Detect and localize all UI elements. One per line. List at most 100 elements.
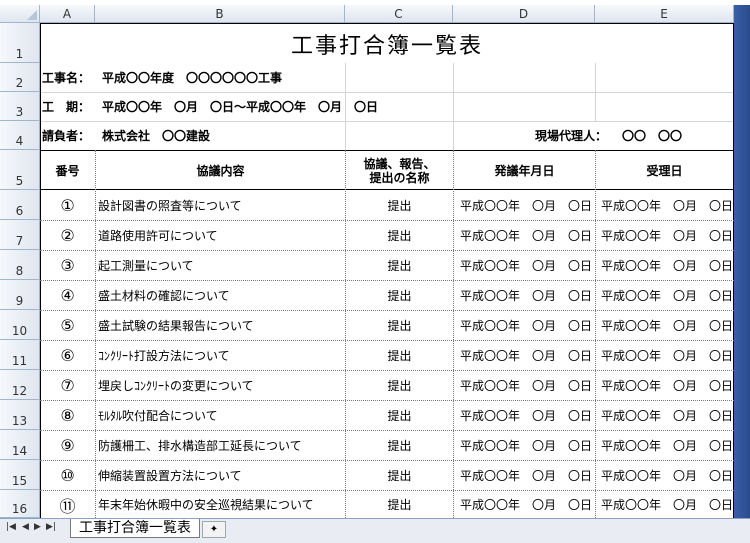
project-name-value[interactable]: 平成〇〇年度 〇〇〇〇〇〇工事	[102, 63, 362, 92]
entry-type[interactable]: 提出	[346, 311, 453, 340]
entry-received-date[interactable]: 平成〇〇年 〇月 〇日	[601, 191, 733, 220]
entry-content[interactable]: 年末年始休暇中の安全巡視結果について	[98, 491, 345, 518]
row-header-5[interactable]: 5	[0, 150, 40, 190]
entry-number[interactable]: ⑤	[40, 311, 95, 340]
entry-number[interactable]: ⑩	[40, 461, 95, 490]
entry-content[interactable]: 道路使用許可について	[98, 221, 345, 250]
entry-content[interactable]: 設計図書の照査等について	[98, 191, 345, 220]
entry-type[interactable]: 提出	[346, 341, 453, 370]
row-header-7[interactable]: 7	[0, 220, 40, 250]
entry-proposed-date[interactable]: 平成〇〇年 〇月 〇日	[460, 281, 595, 310]
row-header-14[interactable]: 14	[0, 430, 40, 460]
entry-number[interactable]: ②	[40, 221, 95, 250]
entry-received-date[interactable]: 平成〇〇年 〇月 〇日	[601, 221, 733, 250]
row-header-4[interactable]: 4	[0, 121, 40, 150]
entry-proposed-date[interactable]: 平成〇〇年 〇月 〇日	[460, 191, 595, 220]
entry-proposed-date[interactable]: 平成〇〇年 〇月 〇日	[460, 491, 595, 518]
entry-content[interactable]: 盛土試験の結果報告について	[98, 311, 345, 340]
sheet-tab-active[interactable]: 工事打合簿一覧表	[70, 519, 200, 538]
row-header-15[interactable]: 15	[0, 460, 40, 490]
contractor-label[interactable]: 請負者：	[42, 121, 102, 150]
entry-type[interactable]: 提出	[346, 431, 453, 460]
entry-content[interactable]: 起工測量について	[98, 251, 345, 280]
sheet-title[interactable]: 工事打合簿一覧表	[40, 24, 734, 63]
entry-received-date[interactable]: 平成〇〇年 〇月 〇日	[601, 251, 733, 280]
entry-type[interactable]: 提出	[346, 461, 453, 490]
entry-content[interactable]: 盛土材料の確認について	[98, 281, 345, 310]
entry-type[interactable]: 提出	[346, 371, 453, 400]
entry-proposed-date[interactable]: 平成〇〇年 〇月 〇日	[460, 251, 595, 280]
period-value[interactable]: 平成〇〇年 〇月 〇日～平成〇〇年 〇月 〇日	[102, 92, 432, 121]
select-all-corner[interactable]	[0, 5, 40, 23]
row-header-6[interactable]: 6	[0, 190, 40, 220]
next-sheet-icon[interactable]: ▶	[34, 522, 41, 532]
entry-type[interactable]: 提出	[346, 491, 453, 518]
entry-proposed-date[interactable]: 平成〇〇年 〇月 〇日	[460, 371, 595, 400]
header-received-date[interactable]: 受理日	[596, 151, 733, 189]
entry-number[interactable]: ⑪	[40, 491, 95, 518]
entry-proposed-date[interactable]: 平成〇〇年 〇月 〇日	[460, 401, 595, 430]
entry-type[interactable]: 提出	[346, 281, 453, 310]
entry-proposed-date[interactable]: 平成〇〇年 〇月 〇日	[460, 341, 595, 370]
entry-content[interactable]: ﾓﾙﾀﾙ吹付配合について	[98, 401, 345, 430]
entry-received-date[interactable]: 平成〇〇年 〇月 〇日	[601, 281, 733, 310]
column-header-b[interactable]: B	[95, 5, 345, 23]
insert-sheet-icon[interactable]: ✦	[202, 521, 226, 538]
column-header-d[interactable]: D	[453, 5, 595, 23]
entry-received-date[interactable]: 平成〇〇年 〇月 〇日	[601, 341, 733, 370]
contractor-value[interactable]: 株式会社 〇〇建設	[102, 121, 302, 150]
header-number[interactable]: 番号	[40, 151, 95, 189]
entry-number[interactable]: ⑦	[40, 371, 95, 400]
entry-content[interactable]: 伸縮装置設置方法について	[98, 461, 345, 490]
row-header-2[interactable]: 2	[0, 63, 40, 92]
project-name-label[interactable]: 工事名：	[42, 63, 102, 92]
first-sheet-icon[interactable]: |◀	[6, 522, 16, 532]
entry-content[interactable]: ｺﾝｸﾘｰﾄ打設方法について	[98, 341, 345, 370]
entry-type[interactable]: 提出	[346, 251, 453, 280]
last-sheet-icon[interactable]: ▶|	[46, 522, 56, 532]
row-header-9[interactable]: 9	[0, 280, 40, 310]
entry-received-date[interactable]: 平成〇〇年 〇月 〇日	[601, 431, 733, 460]
entry-type[interactable]: 提出	[346, 401, 453, 430]
entry-proposed-date[interactable]: 平成〇〇年 〇月 〇日	[460, 461, 595, 490]
entry-number[interactable]: ⑨	[40, 431, 95, 460]
entry-content[interactable]: 埋戻しｺﾝｸﾘｰﾄの変更について	[98, 371, 345, 400]
entry-number[interactable]: ⑥	[40, 341, 95, 370]
row-header-16[interactable]: 16	[0, 490, 40, 518]
entry-received-date[interactable]: 平成〇〇年 〇月 〇日	[601, 311, 733, 340]
row-header-10[interactable]: 10	[0, 310, 40, 340]
header-type[interactable]: 協議、報告、 提出の名称	[346, 151, 453, 189]
site-agent-value[interactable]: 〇〇 〇〇	[622, 121, 712, 150]
entry-proposed-date[interactable]: 平成〇〇年 〇月 〇日	[460, 431, 595, 460]
cell-grid[interactable]: 工事打合簿一覧表 工事名： 平成〇〇年度 〇〇〇〇〇〇工事 工 期： 平成〇〇年…	[40, 23, 734, 518]
entry-type[interactable]: 提出	[346, 191, 453, 220]
entry-received-date[interactable]: 平成〇〇年 〇月 〇日	[601, 371, 733, 400]
entry-received-date[interactable]: 平成〇〇年 〇月 〇日	[601, 401, 733, 430]
row-header-13[interactable]: 13	[0, 400, 40, 430]
site-agent-label[interactable]: 現場代理人：	[535, 121, 621, 150]
entry-number[interactable]: ③	[40, 251, 95, 280]
row-header-12[interactable]: 12	[0, 370, 40, 400]
entry-proposed-date[interactable]: 平成〇〇年 〇月 〇日	[460, 221, 595, 250]
vertical-scrollbar[interactable]	[734, 5, 750, 518]
row-header-8[interactable]: 8	[0, 250, 40, 280]
column-header-c[interactable]: C	[345, 5, 453, 23]
entry-number[interactable]: ④	[40, 281, 95, 310]
row-number: 11	[11, 354, 28, 368]
row-header-11[interactable]: 11	[0, 340, 40, 370]
period-label[interactable]: 工 期：	[42, 92, 102, 121]
entry-number[interactable]: ⑧	[40, 401, 95, 430]
entry-proposed-date[interactable]: 平成〇〇年 〇月 〇日	[460, 311, 595, 340]
row-header-3[interactable]: 3	[0, 92, 40, 121]
entry-type[interactable]: 提出	[346, 221, 453, 250]
entry-number[interactable]: ①	[40, 191, 95, 220]
header-proposed-date[interactable]: 発議年月日	[454, 151, 595, 189]
entry-content[interactable]: 防護柵工、排水構造部工延長について	[98, 431, 345, 460]
entry-received-date[interactable]: 平成〇〇年 〇月 〇日	[601, 491, 733, 518]
column-header-e[interactable]: E	[595, 5, 734, 23]
prev-sheet-icon[interactable]: ◀	[22, 522, 29, 532]
column-header-a[interactable]: A	[40, 5, 95, 23]
header-content[interactable]: 協議内容	[96, 151, 345, 189]
entry-received-date[interactable]: 平成〇〇年 〇月 〇日	[601, 461, 733, 490]
row-header-1[interactable]: 1	[0, 23, 40, 63]
